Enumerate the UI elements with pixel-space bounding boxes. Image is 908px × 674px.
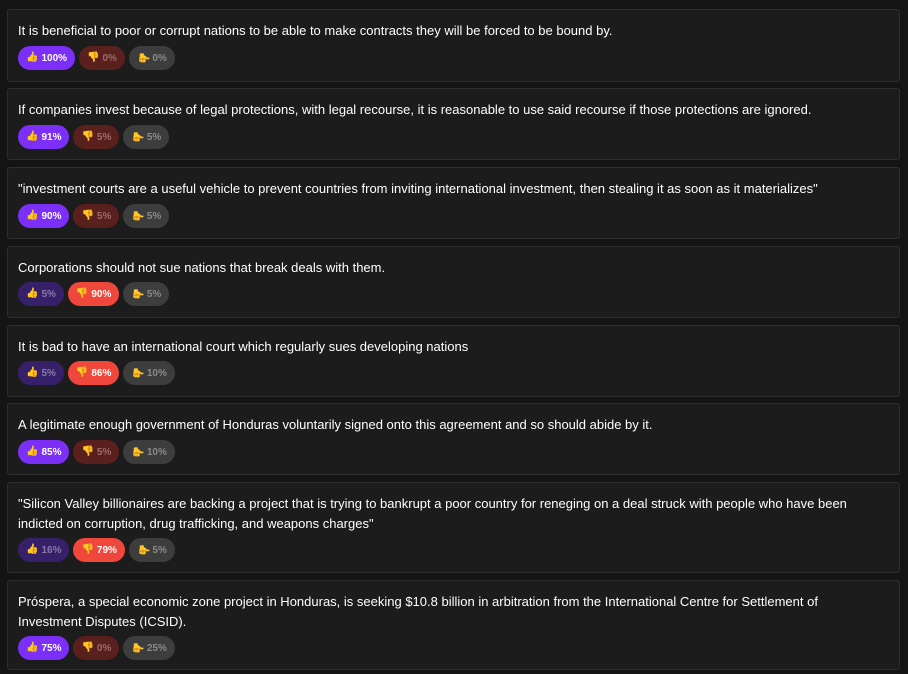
thumbs-up-icon: 👍 (26, 131, 39, 142)
thumbs-up-icon: 👍 (26, 544, 39, 555)
disagree-button[interactable]: 👎 5% (73, 440, 120, 464)
sideways-thumb-icon: 👍 (138, 543, 150, 557)
statement-text: It is beneficial to poor or corrupt nati… (18, 23, 613, 38)
thumbs-up-icon: 👍 (26, 367, 39, 378)
pass-percent: 5% (146, 131, 162, 143)
statement-text: A legitimate enough government of Hondur… (18, 417, 653, 432)
pass-percent: 10% (146, 367, 167, 379)
thumbs-down-icon: 👎 (81, 210, 94, 221)
disagree-button[interactable]: 👎 90% (67, 282, 120, 306)
vote-buttons: 👍 100% 👎 0% 👍 0% (18, 46, 175, 70)
thumbs-down-icon: 👎 (81, 544, 94, 555)
pass-button[interactable]: 👍 10% (123, 440, 175, 464)
agree-button[interactable]: 👍 5% (18, 282, 64, 306)
statement-list: It is beneficial to poor or corrupt nati… (0, 0, 908, 674)
agree-button[interactable]: 👍 5% (18, 361, 64, 385)
disagree-percent: 5% (96, 446, 112, 458)
vote-buttons: 👍 90% 👎 5% 👍 5% (18, 204, 170, 228)
vote-buttons: 👍 85% 👎 5% 👍 10% (18, 440, 175, 464)
statement-text: "investment courts are a useful vehicle … (18, 181, 818, 196)
pass-percent: 5% (146, 210, 162, 222)
sideways-thumb-icon: 👍 (132, 130, 144, 144)
statement-text: Corporations should not sue nations that… (18, 260, 386, 275)
disagree-percent: 5% (96, 131, 112, 143)
agree-button[interactable]: 👍 100% (18, 46, 76, 70)
thumbs-down-icon: 👎 (75, 288, 89, 299)
statement-card: "Silicon Valley billionaires are backing… (7, 482, 900, 573)
pass-button[interactable]: 👍 5% (123, 282, 170, 306)
thumbs-down-icon: 👎 (87, 52, 100, 63)
disagree-button[interactable]: 👎 0% (73, 636, 120, 660)
thumbs-down-icon: 👎 (75, 367, 89, 378)
disagree-percent: 90% (91, 288, 112, 300)
thumbs-up-icon: 👍 (26, 446, 39, 457)
agree-button[interactable]: 👍 16% (18, 538, 70, 562)
statement-text: If companies invest because of legal pro… (18, 102, 812, 117)
statement-card: If companies invest because of legal pro… (7, 88, 900, 160)
thumbs-up-icon: 👍 (26, 210, 39, 221)
agree-percent: 100% (41, 52, 68, 64)
disagree-button[interactable]: 👎 5% (73, 204, 120, 228)
disagree-percent: 0% (102, 52, 117, 64)
thumbs-down-icon: 👎 (81, 446, 94, 457)
pass-percent: 10% (146, 446, 167, 458)
pass-percent: 25% (146, 642, 167, 654)
pass-button[interactable]: 👍 0% (128, 46, 175, 70)
vote-buttons: 👍 5% 👎 86% 👍 10% (18, 361, 175, 385)
statement-card: It is beneficial to poor or corrupt nati… (7, 9, 900, 82)
pass-button[interactable]: 👍 10% (123, 361, 175, 385)
statement-card: "investment courts are a useful vehicle … (7, 167, 900, 239)
vote-buttons: 👍 91% 👎 5% 👍 5% (18, 125, 170, 149)
thumbs-up-icon: 👍 (26, 52, 39, 63)
vote-buttons: 👍 16% 👎 79% 👍 5% (18, 538, 175, 562)
agree-percent: 90% (41, 210, 62, 222)
agree-percent: 85% (41, 446, 62, 458)
sideways-thumb-icon: 👍 (132, 366, 144, 380)
disagree-percent: 5% (96, 210, 112, 222)
agree-percent: 5% (41, 367, 56, 379)
pass-button[interactable]: 👍 5% (123, 204, 170, 228)
disagree-button[interactable]: 👎 5% (73, 125, 120, 149)
statement-text: "Silicon Valley billionaires are backing… (18, 496, 847, 531)
agree-button[interactable]: 👍 85% (18, 440, 70, 464)
disagree-button[interactable]: 👎 79% (73, 538, 125, 562)
statement-card: Corporations should not sue nations that… (7, 246, 900, 318)
sideways-thumb-icon: 👍 (132, 287, 144, 301)
disagree-button[interactable]: 👎 86% (67, 361, 120, 385)
agree-button[interactable]: 👍 75% (18, 636, 70, 660)
pass-button[interactable]: 👍 25% (123, 636, 175, 660)
statement-card: Próspera, a special economic zone projec… (7, 580, 900, 670)
pass-percent: 0% (152, 52, 167, 64)
statement-card: It is bad to have an international court… (7, 325, 900, 397)
vote-buttons: 👍 75% 👎 0% 👍 25% (18, 636, 175, 660)
pass-button[interactable]: 👍 5% (128, 538, 175, 562)
agree-percent: 5% (41, 288, 56, 300)
thumbs-up-icon: 👍 (26, 642, 39, 653)
sideways-thumb-icon: 👍 (132, 641, 144, 655)
disagree-percent: 0% (96, 642, 112, 654)
disagree-percent: 79% (96, 544, 117, 556)
agree-button[interactable]: 👍 90% (18, 204, 70, 228)
thumbs-up-icon: 👍 (26, 288, 39, 299)
sideways-thumb-icon: 👍 (132, 445, 144, 459)
disagree-button[interactable]: 👎 0% (79, 46, 125, 70)
sideways-thumb-icon: 👍 (138, 51, 150, 65)
statement-card: A legitimate enough government of Hondur… (7, 403, 900, 475)
thumbs-down-icon: 👎 (81, 642, 94, 653)
thumbs-down-icon: 👎 (81, 131, 94, 142)
pass-percent: 5% (152, 544, 167, 556)
agree-percent: 75% (41, 642, 62, 654)
statement-text: Próspera, a special economic zone projec… (18, 594, 818, 629)
statement-text: It is bad to have an international court… (18, 339, 469, 354)
vote-buttons: 👍 5% 👎 90% 👍 5% (18, 282, 170, 306)
agree-percent: 16% (41, 544, 62, 556)
agree-percent: 91% (41, 131, 62, 143)
pass-percent: 5% (146, 288, 162, 300)
pass-button[interactable]: 👍 5% (123, 125, 170, 149)
agree-button[interactable]: 👍 91% (18, 125, 70, 149)
sideways-thumb-icon: 👍 (132, 209, 144, 223)
disagree-percent: 86% (91, 367, 112, 379)
